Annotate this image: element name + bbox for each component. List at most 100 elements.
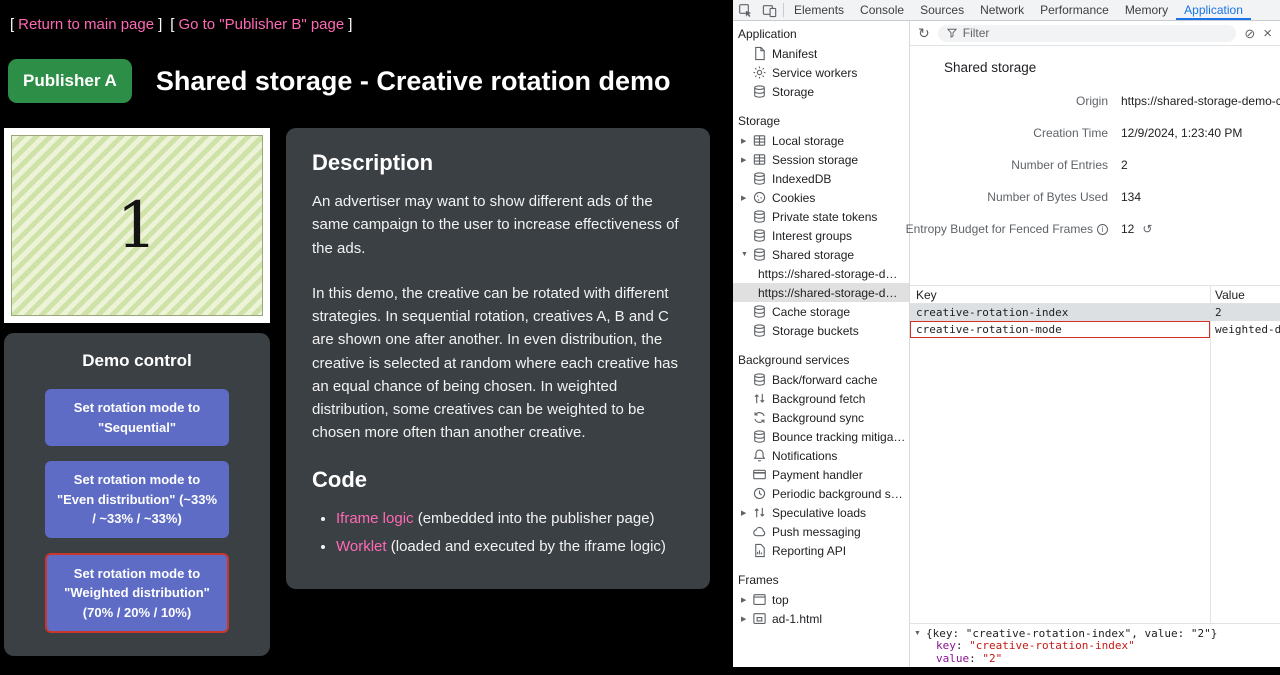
preview-summary: {key: "creative-rotation-index", value: … (926, 627, 1217, 640)
sidebar-item-frame-ad1[interactable]: ad-1.html (733, 609, 909, 628)
sidebar-item-frame-top[interactable]: top (733, 590, 909, 609)
set-weighted-distribution-button[interactable]: Set rotation mode to "Weighted distribut… (45, 553, 229, 634)
inspect-icon[interactable] (733, 0, 757, 20)
publisher-badge: Publisher A (8, 59, 132, 103)
sidebar-item-push-messaging[interactable]: Push messaging (733, 522, 909, 541)
tab-memory[interactable]: Memory (1117, 0, 1176, 20)
set-sequential-button[interactable]: Set rotation mode to "Sequential" (45, 389, 229, 446)
sidebar-item-service-workers[interactable]: Service workers (733, 63, 909, 82)
sidebar-item-background-sync[interactable]: Background sync (733, 408, 909, 427)
bytes-used-value: 134 (1121, 190, 1280, 204)
bell-icon (752, 448, 767, 463)
preview-prop-name: key (936, 639, 969, 652)
sidebar-item-storage-buckets[interactable]: Storage buckets (733, 321, 909, 340)
sidebar-item-cookies[interactable]: Cookies (733, 188, 909, 207)
database-icon (752, 84, 767, 99)
list-item: Worklet (loaded and executed by the ifra… (336, 535, 684, 558)
metadata-report: Origin https://shared-storage-demo-co Cr… (910, 85, 1280, 245)
sidebar-item-bounce-tracking[interactable]: Bounce tracking mitiga… (733, 427, 909, 446)
metadata-label: Entropy Budget for Fenced Frames (906, 222, 1093, 236)
tab-performance[interactable]: Performance (1032, 0, 1117, 20)
up-down-arrows-icon (752, 505, 767, 520)
tab-network[interactable]: Network (972, 0, 1032, 20)
sidebar-item-background-fetch[interactable]: Background fetch (733, 389, 909, 408)
chevron-right-icon (741, 194, 752, 202)
tab-sources[interactable]: Sources (912, 0, 972, 20)
cell-key: creative-rotation-index (910, 304, 1210, 321)
cloud-icon (752, 524, 767, 539)
database-icon (752, 209, 767, 224)
creative-number: 1 (117, 189, 158, 263)
sidebar-item-speculative-loads[interactable]: Speculative loads (733, 503, 909, 522)
filter-input[interactable] (963, 26, 1229, 40)
table-icon (752, 133, 767, 148)
tab-elements[interactable]: Elements (786, 0, 852, 20)
page-title: Shared storage - Creative rotation demo (156, 66, 671, 97)
expand-arrow-icon[interactable] (914, 630, 926, 637)
info-icon[interactable] (1097, 224, 1108, 235)
list-item: Iframe logic (embedded into the publishe… (336, 507, 684, 530)
code-heading: Code (312, 467, 684, 493)
sidebar-item-interest-groups[interactable]: Interest groups (733, 226, 909, 245)
column-header-value[interactable]: Value (1210, 286, 1280, 303)
demo-control-heading: Demo control (22, 351, 252, 371)
sidebar-item-shared-storage-origin-2[interactable]: https://shared-storage-d… (733, 283, 909, 302)
sidebar-item-storage[interactable]: Storage (733, 82, 909, 101)
description-paragraph-2: In this demo, the creative can be rotate… (312, 282, 684, 445)
entry-preview-pane: {key: "creative-rotation-index", value: … (910, 623, 1280, 667)
sidebar-item-manifest[interactable]: Manifest (733, 44, 909, 63)
panel-toolbar (910, 21, 1280, 46)
metadata-row: Number of Bytes Used 134 (910, 181, 1280, 213)
cell-value: weighted-distribution (1210, 321, 1280, 338)
sync-arrows-icon (752, 410, 767, 425)
bullet-text: (embedded into the publisher page) (414, 510, 655, 527)
bracket: [ (10, 16, 14, 33)
sidebar-item-cache-storage[interactable]: Cache storage (733, 302, 909, 321)
sidebar-item-back-forward-cache[interactable]: Back/forward cache (733, 370, 909, 389)
set-even-distribution-button[interactable]: Set rotation mode to "Even distribution"… (45, 461, 229, 538)
table-icon (752, 152, 767, 167)
publisher-b-link[interactable]: Go to "Publisher B" page (178, 16, 344, 33)
funnel-icon (946, 27, 958, 39)
ad-creative-frame[interactable]: 1 (4, 128, 270, 323)
sidebar-item-private-state-tokens[interactable]: Private state tokens (733, 207, 909, 226)
return-main-link[interactable]: Return to main page (18, 16, 154, 33)
table-row-creative-rotation-mode[interactable]: creative-rotation-mode weighted-distribu… (910, 321, 1280, 338)
sidebar-item-reporting-api[interactable]: Reporting API (733, 541, 909, 560)
metadata-label: Number of Bytes Used (987, 190, 1108, 204)
left-column: 1 Demo control Set rotation mode to "Seq… (4, 128, 270, 656)
tab-application[interactable]: Application (1176, 0, 1251, 20)
worklet-link[interactable]: Worklet (336, 538, 387, 555)
gear-icon (752, 65, 767, 80)
cell-key: creative-rotation-mode (910, 321, 1210, 338)
database-icon (752, 323, 767, 338)
table-row-creative-rotation-index[interactable]: creative-rotation-index 2 (910, 304, 1280, 321)
column-header-key[interactable]: Key (910, 286, 1210, 303)
tab-console[interactable]: Console (852, 0, 912, 20)
sidebar-item-session-storage[interactable]: Session storage (733, 150, 909, 169)
clear-all-icon[interactable] (1244, 27, 1255, 40)
description-panel: Description An advertiser may want to sh… (286, 128, 710, 589)
metadata-label: Number of Entries (1011, 158, 1108, 172)
devtools-tabbar: Elements Console Sources Network Perform… (733, 0, 1280, 21)
origin-value: https://shared-storage-demo-co (1121, 94, 1280, 108)
reset-budget-icon[interactable] (1142, 222, 1152, 236)
metadata-row: Creation Time 12/9/2024, 1:23:40 PM (910, 117, 1280, 149)
chevron-right-icon (741, 509, 752, 517)
sidebar-item-periodic-background-sync[interactable]: Periodic background s… (733, 484, 909, 503)
report-document-icon (752, 543, 767, 558)
sidebar-item-shared-storage-origin-1[interactable]: https://shared-storage-d… (733, 264, 909, 283)
filter-box[interactable] (938, 25, 1237, 42)
device-toolbar-icon[interactable] (757, 0, 781, 20)
refresh-icon[interactable] (918, 26, 930, 40)
sidebar-item-payment-handler[interactable]: Payment handler (733, 465, 909, 484)
sidebar-item-notifications[interactable]: Notifications (733, 446, 909, 465)
sidebar-item-shared-storage[interactable]: Shared storage (733, 245, 909, 264)
iframe-logic-link[interactable]: Iframe logic (336, 510, 414, 527)
entries-count-value: 2 (1121, 158, 1280, 172)
sidebar-item-local-storage[interactable]: Local storage (733, 131, 909, 150)
frame-icon (752, 592, 767, 607)
cookie-icon (752, 190, 767, 205)
sidebar-item-indexeddb[interactable]: IndexedDB (733, 169, 909, 188)
close-icon[interactable] (1263, 26, 1272, 41)
